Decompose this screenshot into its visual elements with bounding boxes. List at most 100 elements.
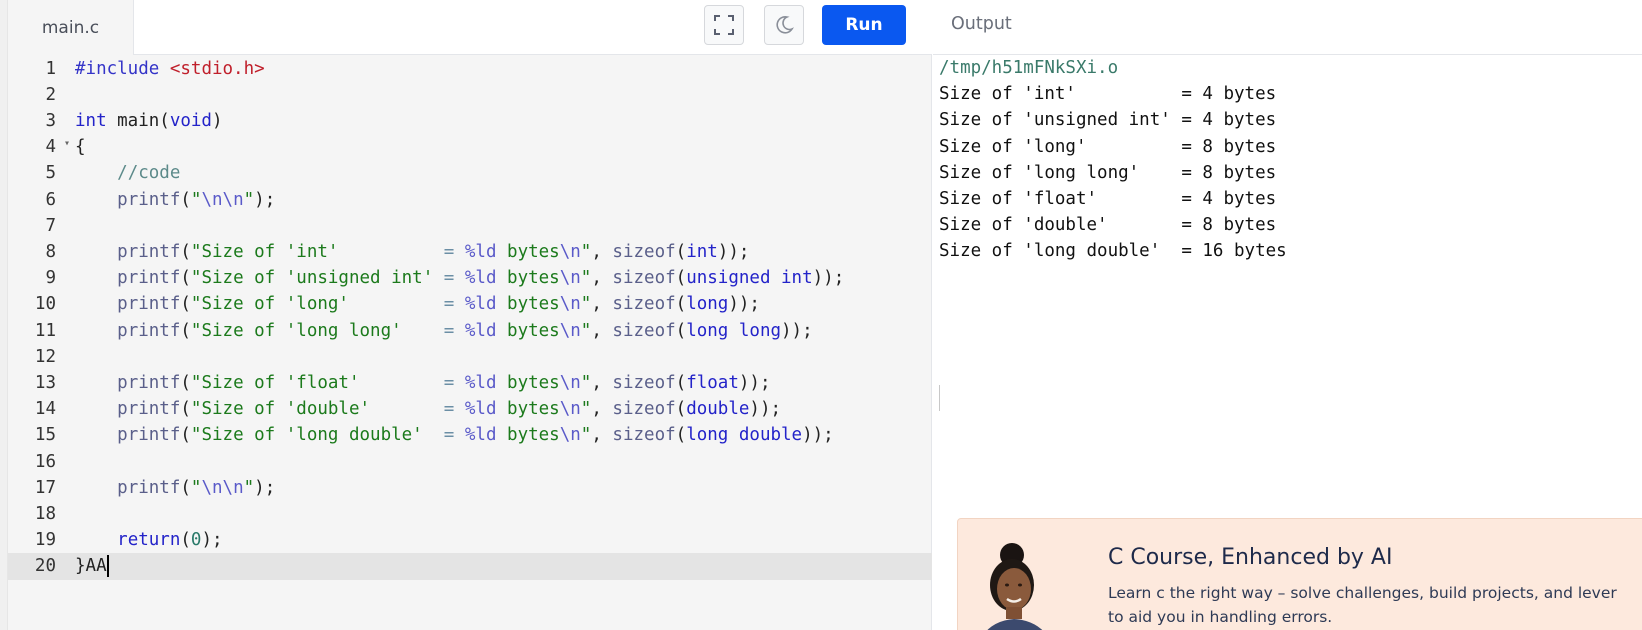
output-header: Output bbox=[933, 0, 1642, 55]
code-token: printf bbox=[117, 242, 181, 263]
code-token: sizeof bbox=[612, 399, 676, 420]
code-line: 6 printf("\n\n"); bbox=[8, 186, 932, 213]
code-token: "Size of 'long' bbox=[190, 294, 444, 315]
code-token: long long bbox=[686, 320, 782, 341]
code-token: void bbox=[169, 111, 212, 132]
code-token: #include bbox=[75, 58, 160, 79]
promo-description-line: to aid you in handling errors. bbox=[1108, 608, 1333, 626]
code-line: 8 printf("Size of 'int' = %ld bytes\n", … bbox=[8, 238, 932, 265]
code-token: bytes bbox=[496, 399, 560, 420]
output-line: Size of 'long long' = 8 bytes bbox=[939, 162, 1277, 183]
theme-toggle-button[interactable] bbox=[764, 5, 804, 45]
fold-arrow-icon[interactable]: ▾ bbox=[64, 138, 70, 149]
code-line: 15 printf("Size of 'long double' = %ld b… bbox=[8, 422, 932, 449]
code-token: "Size of 'float' bbox=[190, 373, 444, 394]
code-line: 5 //code bbox=[8, 160, 932, 187]
code-token: \n bbox=[559, 242, 581, 263]
line-number: 19 bbox=[34, 530, 56, 551]
line-number: 9 bbox=[45, 268, 56, 289]
code-editor[interactable]: 1 #include <stdio.h> 2 3 int main(void) … bbox=[8, 55, 932, 630]
code-token: " bbox=[580, 242, 592, 263]
editor-pane: main.c Run 1 #include <stdio.h> 2 3 int … bbox=[0, 0, 932, 630]
code-text: printf("Size of 'long long' = %ld bytes\… bbox=[117, 320, 813, 341]
line-number: 5 bbox=[45, 163, 56, 184]
run-button-label: Run bbox=[845, 15, 883, 35]
code-token: sizeof bbox=[612, 294, 676, 315]
code-line: 1 #include <stdio.h> bbox=[8, 55, 932, 82]
compiler-app: main.c Run 1 #include <stdio.h> 2 3 int … bbox=[0, 0, 1642, 630]
code-line-active: 20 }AA bbox=[8, 552, 932, 581]
code-token: printf bbox=[117, 373, 181, 394]
code-token: "Size of 'unsigned int' bbox=[190, 268, 444, 289]
code-text: printf("Size of 'long' = %ld bytes\n", s… bbox=[117, 294, 760, 315]
code-text: { bbox=[75, 137, 86, 158]
code-token: " bbox=[190, 477, 202, 498]
code-line: 14 printf("Size of 'double' = %ld bytes\… bbox=[8, 396, 932, 423]
code-token: %ld bbox=[464, 294, 497, 315]
code-token: " bbox=[190, 189, 202, 210]
code-line: 9 printf("Size of 'unsigned int' = %ld b… bbox=[8, 265, 932, 292]
code-line: 10 printf("Size of 'long' = %ld bytes\n"… bbox=[8, 291, 932, 318]
code-token: = bbox=[443, 242, 455, 263]
file-tab-main-c[interactable]: main.c bbox=[8, 0, 134, 55]
code-text: printf("\n\n"); bbox=[117, 477, 276, 498]
code-token: %ld bbox=[464, 242, 497, 263]
code-token: bytes bbox=[496, 242, 560, 263]
output-line: Size of 'int' = 4 bytes bbox=[939, 84, 1277, 105]
code-token: printf bbox=[117, 425, 181, 446]
code-line: 17 printf("\n\n"); bbox=[8, 474, 932, 501]
code-text: printf("Size of 'double' = %ld bytes\n",… bbox=[117, 399, 782, 420]
left-edge-strip bbox=[0, 0, 8, 630]
code-token: " bbox=[580, 320, 592, 341]
code-token: \n\n bbox=[201, 477, 244, 498]
line-number-text: 4 bbox=[45, 137, 56, 158]
output-pane: Output /tmp/h51mFNkSXi.o Size of 'int' =… bbox=[933, 0, 1642, 630]
run-button[interactable]: Run bbox=[822, 5, 906, 45]
code-token: %ld bbox=[464, 373, 497, 394]
code-token: int bbox=[686, 242, 718, 263]
code-line: 13 printf("Size of 'float' = %ld bytes\n… bbox=[8, 369, 932, 396]
line-number: 2 bbox=[45, 84, 56, 105]
code-token: return bbox=[117, 530, 181, 551]
output-line: Size of 'long' = 8 bytes bbox=[939, 136, 1277, 157]
editor-toolbar: main.c Run bbox=[0, 0, 932, 55]
code-token: = bbox=[443, 399, 455, 420]
code-token: " bbox=[243, 477, 255, 498]
line-number: 10 bbox=[34, 294, 56, 315]
code-token: "Size of 'int' bbox=[190, 242, 444, 263]
code-token: sizeof bbox=[612, 242, 676, 263]
code-comment: //code bbox=[117, 163, 181, 184]
code-text: printf("Size of 'unsigned int' = %ld byt… bbox=[117, 268, 845, 289]
fullscreen-button[interactable] bbox=[704, 5, 744, 45]
code-token: float bbox=[686, 373, 739, 394]
line-number: 7 bbox=[45, 215, 56, 236]
file-tab-label: main.c bbox=[41, 17, 100, 38]
line-number: 4 ▾ bbox=[8, 137, 70, 158]
code-token: sizeof bbox=[612, 320, 676, 341]
code-token: %ld bbox=[464, 425, 497, 446]
code-token: bytes bbox=[496, 268, 560, 289]
code-text: //code bbox=[75, 163, 180, 183]
code-text: printf("Size of 'int' = %ld bytes\n", si… bbox=[117, 242, 750, 263]
code-token: %ld bbox=[464, 320, 497, 341]
promo-card[interactable]: C Course, Enhanced by AI Learn c the rig… bbox=[957, 518, 1642, 630]
code-line: 16 bbox=[8, 448, 932, 475]
code-token: = bbox=[443, 294, 455, 315]
promo-description: Learn c the right way – solve challenges… bbox=[1108, 581, 1642, 629]
output-line: Size of 'double' = 8 bytes bbox=[939, 215, 1277, 236]
code-token: long double bbox=[686, 425, 803, 446]
code-token: "Size of 'long double' bbox=[190, 425, 444, 446]
code-token: = bbox=[443, 373, 455, 394]
output-path: /tmp/h51mFNkSXi.o bbox=[939, 58, 1119, 78]
code-token: = bbox=[443, 425, 455, 446]
output-line: Size of 'float' = 4 bytes bbox=[939, 189, 1277, 209]
line-number: 20 bbox=[34, 556, 56, 577]
code-line: 11 printf("Size of 'long long' = %ld byt… bbox=[8, 317, 932, 344]
code-text: #include <stdio.h> bbox=[75, 59, 265, 79]
code-token: printf bbox=[117, 294, 181, 315]
code-token: " bbox=[580, 268, 592, 289]
code-token: printf bbox=[117, 477, 181, 498]
code-token: %ld bbox=[464, 399, 497, 420]
code-line: 19 return(0); bbox=[8, 527, 932, 554]
line-number: 16 bbox=[34, 451, 56, 472]
